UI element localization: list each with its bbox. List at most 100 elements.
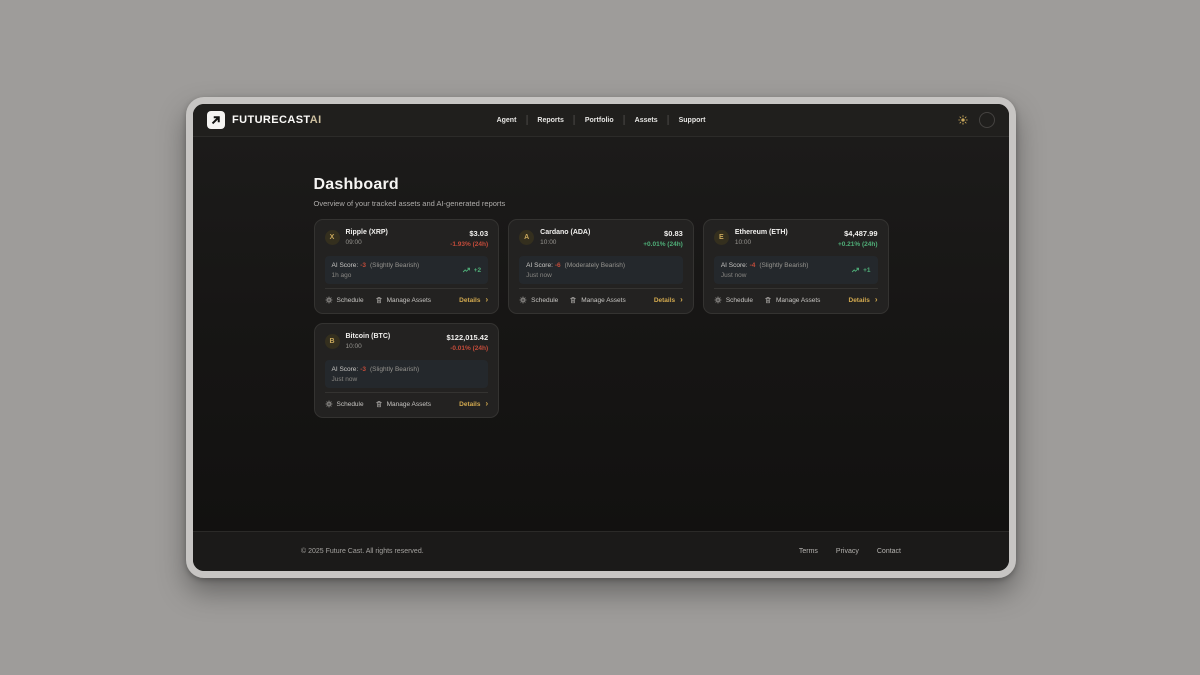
details-button[interactable]: Details› bbox=[849, 297, 878, 304]
nav-item-agent[interactable]: Agent bbox=[497, 117, 517, 124]
asset-time: 10:00 bbox=[735, 239, 788, 246]
asset-name: Ripple (XRP) bbox=[346, 229, 388, 236]
schedule-button[interactable]: Schedule bbox=[519, 296, 558, 304]
asset-price: $4,487.99 bbox=[838, 229, 878, 238]
brand[interactable]: FUTURECASTAI bbox=[207, 111, 322, 129]
schedule-button[interactable]: Schedule bbox=[714, 296, 753, 304]
asset-initial-badge: X bbox=[325, 230, 340, 245]
theme-toggle-button[interactable] bbox=[958, 115, 968, 125]
asset-name: Ethereum (ETH) bbox=[735, 229, 788, 236]
ai-score-age: Just now bbox=[721, 272, 809, 279]
asset-change: +0.01% (24h) bbox=[643, 241, 683, 248]
footer-link-privacy[interactable]: Privacy bbox=[836, 548, 859, 555]
trash-icon bbox=[764, 296, 772, 304]
ai-score-age: Just now bbox=[332, 376, 420, 383]
chevron-right-icon: › bbox=[485, 401, 488, 407]
asset-card-bitcoin: B Bitcoin (BTC) 10:00 $122,015.42 -0.01%… bbox=[314, 323, 500, 418]
asset-card-ripple: X Ripple (XRP) 09:00 $3.03 -1.93% (24h) bbox=[314, 219, 500, 314]
main-content: Dashboard Overview of your tracked asset… bbox=[193, 137, 1009, 531]
trend-up-icon bbox=[851, 266, 860, 275]
details-button[interactable]: Details› bbox=[459, 401, 488, 408]
schedule-button[interactable]: Schedule bbox=[325, 296, 364, 304]
ai-sentiment: (Slightly Bearish) bbox=[370, 262, 419, 269]
asset-price: $3.03 bbox=[450, 229, 488, 238]
card-actions: Schedule Manage Assets Details› bbox=[325, 288, 489, 304]
gear-icon bbox=[325, 296, 333, 304]
details-button[interactable]: Details› bbox=[654, 297, 683, 304]
trash-icon bbox=[375, 296, 383, 304]
copyright-text: © 2025 Future Cast. All rights reserved. bbox=[301, 548, 424, 555]
manage-assets-button[interactable]: Manage Assets bbox=[764, 296, 820, 304]
app-footer: © 2025 Future Cast. All rights reserved.… bbox=[193, 531, 1009, 571]
asset-time: 10:00 bbox=[540, 239, 590, 246]
ai-score-box: AI Score:-6 (Moderately Bearish) Just now bbox=[519, 256, 683, 284]
ai-score-box: AI Score:-4(Slightly Bearish) Just now +… bbox=[714, 256, 878, 284]
ai-score-label: AI Score: bbox=[332, 366, 359, 373]
card-actions: Schedule Manage Assets Details› bbox=[325, 392, 489, 408]
ai-score-value: -3 bbox=[360, 262, 366, 269]
ai-score-box: AI Score:-3 (Slightly Bearish) 1h ago +2 bbox=[325, 256, 489, 284]
ai-score-label: AI Score: bbox=[332, 262, 359, 269]
brand-name: FUTURECASTAI bbox=[232, 114, 322, 126]
asset-cards-grid: X Ripple (XRP) 09:00 $3.03 -1.93% (24h) bbox=[314, 219, 889, 418]
page-title: Dashboard bbox=[314, 176, 889, 194]
nav-item-portfolio[interactable]: Portfolio bbox=[585, 117, 614, 124]
gear-icon bbox=[325, 400, 333, 408]
page-subtitle: Overview of your tracked assets and AI-g… bbox=[314, 199, 889, 208]
asset-change: -0.01% (24h) bbox=[446, 345, 488, 352]
asset-price: $0.83 bbox=[643, 229, 683, 238]
ai-score-age: Just now bbox=[526, 272, 625, 279]
ai-score-value: -4 bbox=[750, 262, 756, 269]
main-nav: Agent Reports Portfolio Assets Support bbox=[497, 104, 706, 136]
trash-icon bbox=[375, 400, 383, 408]
ai-score-value: -3 bbox=[360, 366, 366, 373]
trend-badge: +2 bbox=[462, 266, 481, 275]
card-actions: Schedule Manage Assets Details› bbox=[714, 288, 878, 304]
ai-sentiment: (Slightly Bearish) bbox=[370, 366, 419, 373]
ai-score-box: AI Score:-3 (Slightly Bearish) Just now bbox=[325, 360, 489, 388]
chevron-right-icon: › bbox=[875, 297, 878, 303]
asset-initial-badge: E bbox=[714, 230, 729, 245]
sun-icon bbox=[958, 115, 968, 125]
ai-score-age: 1h ago bbox=[332, 272, 420, 279]
card-actions: Schedule Manage Assets Details› bbox=[519, 288, 683, 304]
gear-icon bbox=[714, 296, 722, 304]
asset-name: Bitcoin (BTC) bbox=[346, 333, 391, 340]
footer-link-terms[interactable]: Terms bbox=[799, 548, 818, 555]
gear-icon bbox=[519, 296, 527, 304]
app-logo-icon bbox=[207, 111, 225, 129]
user-avatar[interactable] bbox=[979, 112, 995, 128]
asset-card-cardano: A Cardano (ADA) 10:00 $0.83 +0.01% (24h) bbox=[508, 219, 694, 314]
asset-change: +0.21% (24h) bbox=[838, 241, 878, 248]
asset-initial-badge: B bbox=[325, 334, 340, 349]
manage-assets-button[interactable]: Manage Assets bbox=[375, 296, 431, 304]
schedule-button[interactable]: Schedule bbox=[325, 400, 364, 408]
ai-score-value: -6 bbox=[555, 262, 561, 269]
asset-time: 10:00 bbox=[346, 343, 391, 350]
ai-sentiment: (Slightly Bearish) bbox=[759, 262, 808, 269]
details-button[interactable]: Details› bbox=[459, 297, 488, 304]
footer-link-contact[interactable]: Contact bbox=[877, 548, 901, 555]
ai-score-label: AI Score: bbox=[526, 262, 553, 269]
asset-change: -1.93% (24h) bbox=[450, 241, 488, 248]
footer-links: Terms Privacy Contact bbox=[799, 548, 901, 555]
nav-item-assets[interactable]: Assets bbox=[635, 117, 658, 124]
app-header: FUTURECASTAI Agent Reports Portfolio Ass… bbox=[193, 104, 1009, 137]
app-window: FUTURECASTAI Agent Reports Portfolio Ass… bbox=[186, 97, 1016, 578]
trash-icon bbox=[569, 296, 577, 304]
asset-initial-badge: A bbox=[519, 230, 534, 245]
manage-assets-button[interactable]: Manage Assets bbox=[375, 400, 431, 408]
nav-item-reports[interactable]: Reports bbox=[537, 117, 563, 124]
nav-item-support[interactable]: Support bbox=[679, 117, 706, 124]
manage-assets-button[interactable]: Manage Assets bbox=[569, 296, 625, 304]
asset-price: $122,015.42 bbox=[446, 333, 488, 342]
trend-up-icon bbox=[462, 266, 471, 275]
chevron-right-icon: › bbox=[485, 297, 488, 303]
asset-time: 09:00 bbox=[346, 239, 388, 246]
chevron-right-icon: › bbox=[680, 297, 683, 303]
asset-card-ethereum: E Ethereum (ETH) 10:00 $4,487.99 +0.21% … bbox=[703, 219, 889, 314]
ai-score-label: AI Score: bbox=[721, 262, 748, 269]
ai-sentiment: (Moderately Bearish) bbox=[565, 262, 625, 269]
trend-badge: +1 bbox=[851, 266, 870, 275]
asset-name: Cardano (ADA) bbox=[540, 229, 590, 236]
